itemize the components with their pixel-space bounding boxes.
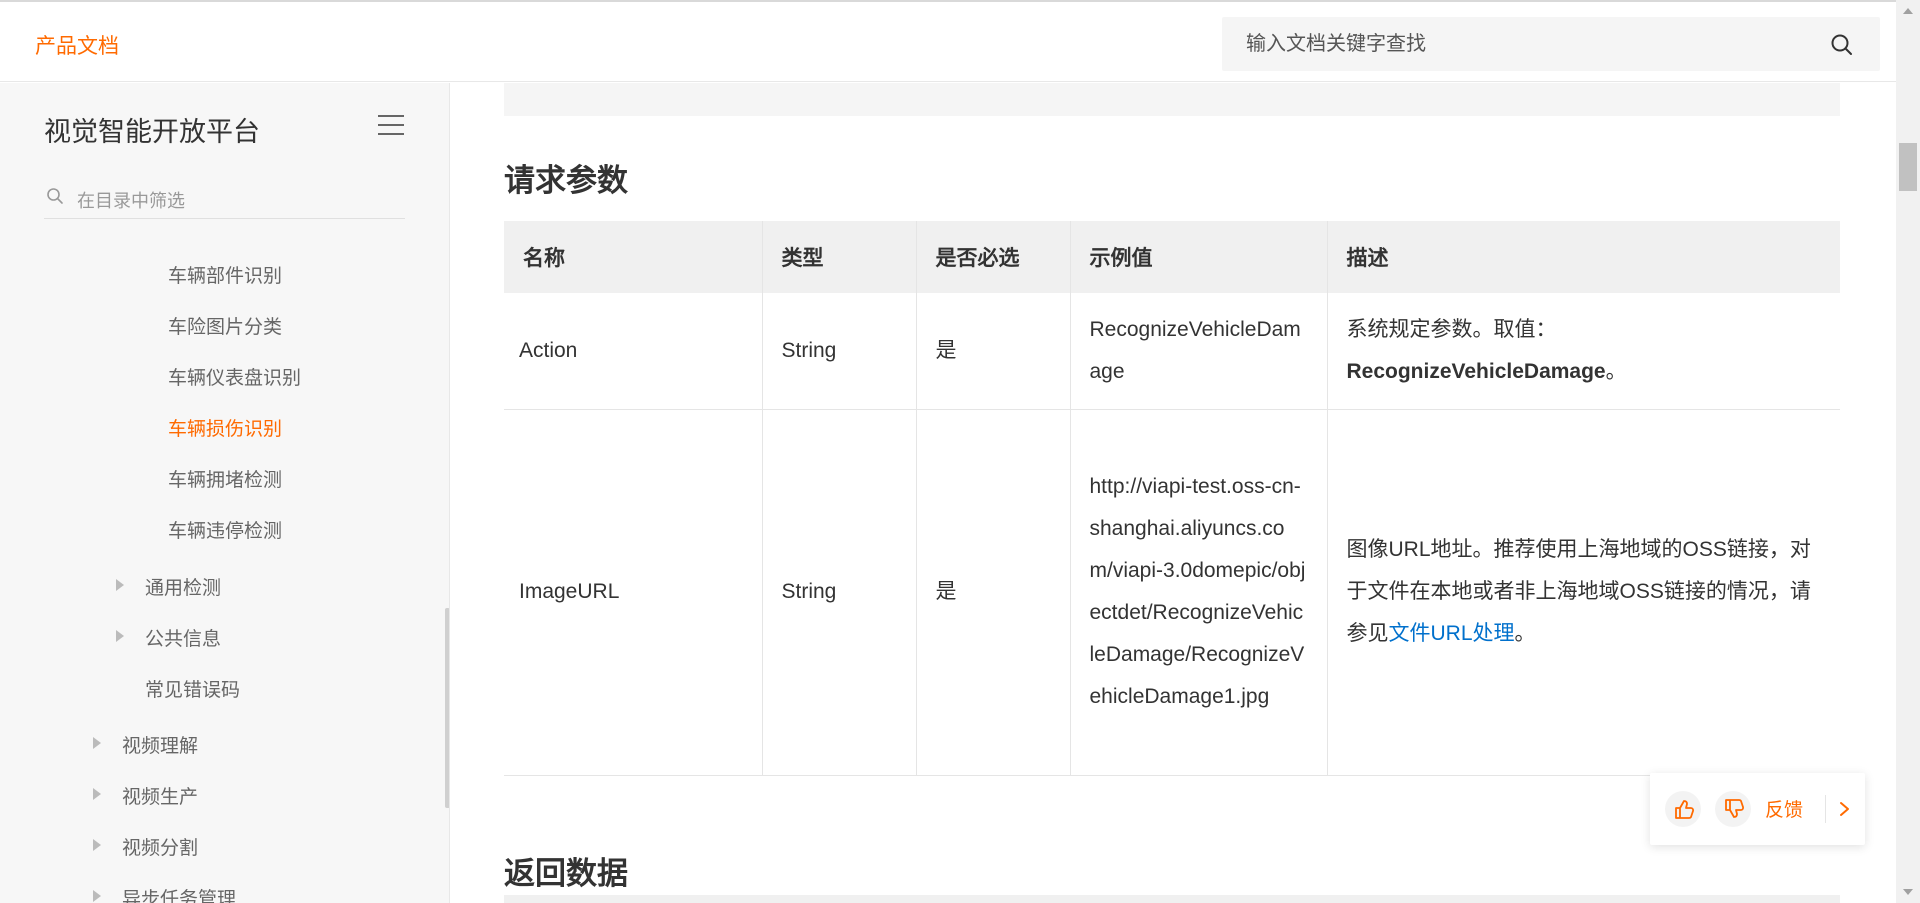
param-description: 图像URL地址。推荐使用上海地域的OSS链接，对于文件在本地或者非上海地域OSS… xyxy=(1327,409,1840,776)
sidebar-item-illegal-parking[interactable]: 车辆违停检测 xyxy=(168,516,282,543)
sidebar-filter-input[interactable]: 在目录中筛选 xyxy=(77,187,185,213)
sidebar-item-general-detection[interactable]: 通用检测 xyxy=(145,573,221,600)
sidebar-item-async-tasks[interactable]: 异步任务管理 xyxy=(122,884,236,903)
table-header-row: 名称 类型 是否必选 示例值 描述 xyxy=(504,221,1840,293)
param-description: 系统规定参数。取值： RecognizeVehicleDamage。 xyxy=(1327,293,1840,410)
param-type: String xyxy=(762,293,917,410)
description-text: 系统规定参数。取值： xyxy=(1346,317,1557,341)
param-example: http://viapi-test.oss-cn-shanghai.aliyun… xyxy=(1070,409,1328,776)
divider xyxy=(1825,795,1826,823)
sidebar-item-public-info[interactable]: 公共信息 xyxy=(145,624,221,651)
sidebar-item-dashboard[interactable]: 车辆仪表盘识别 xyxy=(168,363,301,390)
sidebar-scrollbar[interactable] xyxy=(445,608,449,808)
description-suffix: 。 xyxy=(1605,359,1627,383)
search-box xyxy=(1222,17,1880,71)
sidebar-item-vehicle-damage[interactable]: 车辆损伤识别 xyxy=(168,414,282,441)
param-type: String xyxy=(762,409,917,776)
response-table-header xyxy=(504,895,1840,903)
sidebar-item-vehicle-parts[interactable]: 车辆部件识别 xyxy=(168,261,282,288)
sidebar-item-insurance-classify[interactable]: 车险图片分类 xyxy=(168,312,282,339)
param-required: 是 xyxy=(916,409,1071,776)
sidebar-item-error-codes[interactable]: 常见错误码 xyxy=(145,675,240,702)
param-name: Action xyxy=(504,293,763,410)
caret-right-icon[interactable] xyxy=(93,737,101,749)
feedback-widget: 反馈 xyxy=(1650,773,1865,845)
caret-right-icon[interactable] xyxy=(116,579,124,591)
column-header: 描述 xyxy=(1327,221,1840,293)
scroll-down-icon[interactable] xyxy=(1903,889,1913,895)
caret-right-icon[interactable] xyxy=(116,630,124,642)
sidebar: 视觉智能开放平台 在目录中筛选 车辆部件识别 车险图片分类 车辆仪表盘识别 车辆… xyxy=(0,83,450,903)
column-header: 是否必选 xyxy=(916,221,1071,293)
thumbs-down-icon[interactable] xyxy=(1715,791,1751,827)
column-header: 示例值 xyxy=(1070,221,1328,293)
page-scrollbar[interactable] xyxy=(1896,0,1920,903)
brand-link[interactable]: 产品文档 xyxy=(35,30,119,60)
chevron-right-icon[interactable] xyxy=(1832,795,1858,823)
top-header: 产品文档 xyxy=(0,0,1920,82)
search-icon[interactable] xyxy=(1830,33,1854,57)
column-header: 名称 xyxy=(504,221,763,293)
column-header: 类型 xyxy=(762,221,917,293)
thumbs-up-icon[interactable] xyxy=(1665,791,1701,827)
section-title-response-data: 返回数据 xyxy=(504,856,628,891)
sidebar-item-video-understanding[interactable]: 视频理解 xyxy=(122,731,198,758)
param-required: 是 xyxy=(916,293,1071,410)
param-example: RecognizeVehicleDamage xyxy=(1070,293,1328,410)
sidebar-item-video-segmentation[interactable]: 视频分割 xyxy=(122,833,198,860)
sidebar-item-congestion[interactable]: 车辆拥堵检测 xyxy=(168,465,282,492)
description-suffix: 。 xyxy=(1514,622,1536,645)
description-value: RecognizeVehicleDamage xyxy=(1346,359,1606,383)
sidebar-filter[interactable]: 在目录中筛选 xyxy=(44,179,405,219)
scroll-up-icon[interactable] xyxy=(1903,8,1913,14)
param-name: ImageURL xyxy=(504,409,763,776)
table-row: Action String 是 RecognizeVehicleDamage 系… xyxy=(504,293,1840,410)
search-icon xyxy=(46,187,64,210)
caret-right-icon[interactable] xyxy=(93,839,101,851)
sidebar-title: 视觉智能开放平台 xyxy=(44,117,260,147)
caret-right-icon[interactable] xyxy=(93,788,101,800)
table-row: ImageURL String 是 http://viapi-test.oss-… xyxy=(504,409,1840,776)
code-block xyxy=(504,83,1840,116)
caret-right-icon[interactable] xyxy=(93,890,101,902)
feedback-label[interactable]: 反馈 xyxy=(1765,795,1803,822)
menu-icon[interactable] xyxy=(378,115,404,137)
scrollbar-thumb[interactable] xyxy=(1899,143,1917,191)
params-table: 名称 类型 是否必选 示例值 描述 Action String 是 Recogn… xyxy=(504,221,1840,776)
file-url-link[interactable]: 文件URL处理 xyxy=(1389,622,1515,645)
section-title-request-params: 请求参数 xyxy=(504,163,628,198)
search-input[interactable] xyxy=(1222,17,1822,71)
sidebar-item-video-production[interactable]: 视频生产 xyxy=(122,782,198,809)
